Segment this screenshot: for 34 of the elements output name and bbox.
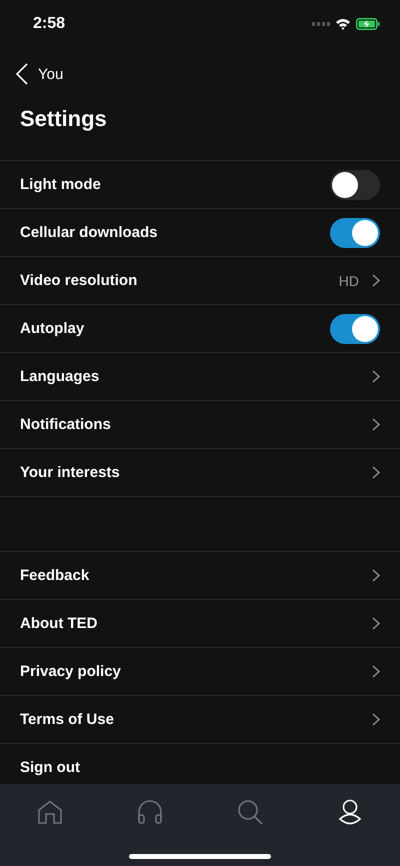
toggle-switch[interactable] xyxy=(330,314,380,344)
setting-value: HD xyxy=(338,272,359,288)
back-chevron-icon xyxy=(16,63,28,85)
settings-row[interactable]: Your interests xyxy=(0,449,400,497)
settings-row[interactable]: Terms of Use xyxy=(0,696,400,744)
chevron-icon xyxy=(372,370,380,383)
chevron-icon xyxy=(372,418,380,431)
headphones-icon xyxy=(137,800,163,824)
settings-row[interactable]: Light mode xyxy=(0,161,400,209)
status-time: 2:58 xyxy=(33,15,66,33)
page-title: Settings xyxy=(20,105,108,133)
chevron-icon xyxy=(372,665,380,678)
settings-row[interactable]: Autoplay xyxy=(0,305,400,353)
signal-icon xyxy=(312,22,330,26)
toggle-switch[interactable] xyxy=(330,218,380,248)
battery-icon xyxy=(356,18,380,30)
settings-row[interactable]: Feedback xyxy=(0,552,400,600)
settings-row[interactable]: Cellular downloads xyxy=(0,209,400,257)
chevron-icon xyxy=(372,713,380,726)
toggle-switch[interactable] xyxy=(330,170,380,200)
settings-row[interactable]: Video resolution HD xyxy=(0,257,400,305)
settings-row[interactable]: About TED xyxy=(0,600,400,648)
profile-icon xyxy=(338,799,362,825)
settings-row[interactable]: Languages xyxy=(0,353,400,401)
wifi-icon xyxy=(335,18,351,30)
settings-row[interactable]: Privacy policy xyxy=(0,648,400,696)
chevron-icon xyxy=(372,466,380,479)
home-icon xyxy=(37,800,63,824)
back-button[interactable]: You xyxy=(0,62,64,86)
chevron-icon xyxy=(372,274,380,287)
chevron-icon xyxy=(372,617,380,630)
chevron-icon xyxy=(372,569,380,582)
search-icon xyxy=(237,799,263,825)
settings-row[interactable]: Notifications xyxy=(0,401,400,449)
